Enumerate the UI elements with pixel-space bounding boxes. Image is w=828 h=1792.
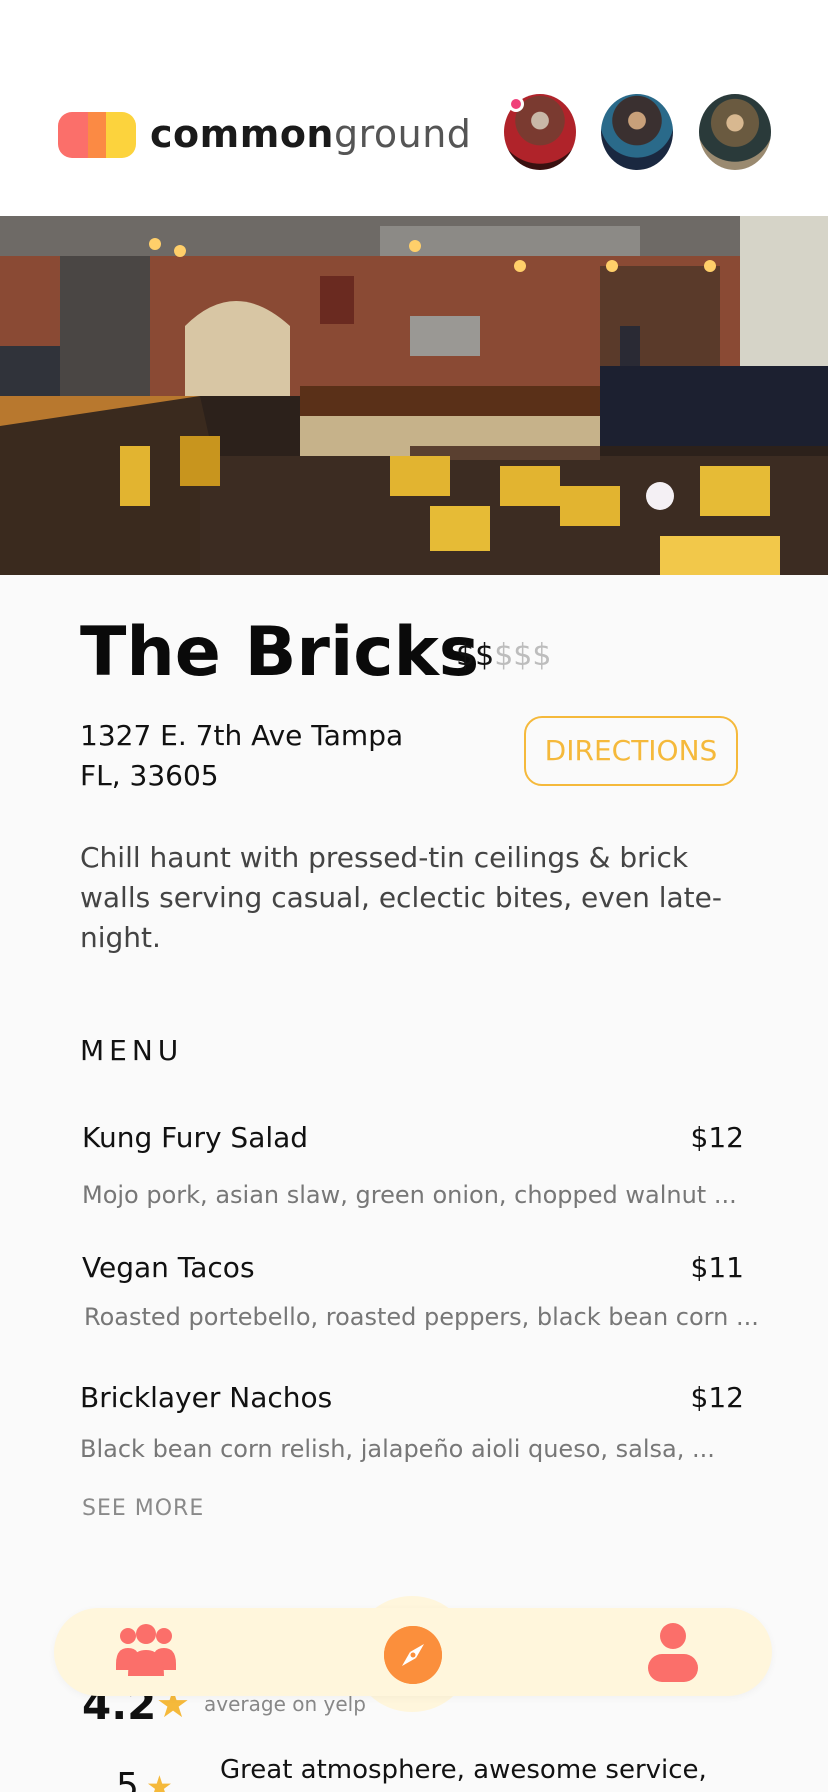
directions-button[interactable]: DIRECTIONS [524, 716, 738, 786]
compass-icon[interactable] [384, 1626, 442, 1684]
friend-avatar-3[interactable] [699, 94, 771, 170]
venue-name: The Bricks [80, 613, 480, 692]
menu-item-name[interactable]: Kung Fury Salad [82, 1118, 308, 1158]
price-level-inactive: $$$ [494, 638, 552, 673]
address-line-2: FL, 33605 [80, 759, 219, 792]
menu-item-description: Roasted portebello, roasted peppers, bla… [84, 1303, 759, 1331]
review-text: Great atmosphere, awesome service, [220, 1755, 707, 1785]
price-level: $$$$$ [456, 636, 551, 676]
friend-avatar-2[interactable] [601, 94, 673, 170]
star-icon: ★ [146, 1770, 173, 1792]
address-line-1: 1327 E. 7th Ave Tampa [80, 719, 404, 752]
brand-name-bold: common [150, 112, 334, 156]
venue-description: Chill haunt with pressed-tin ceilings & … [80, 841, 722, 954]
online-indicator [508, 96, 524, 112]
app-header: commonground [0, 0, 828, 216]
brand-name: commonground [150, 108, 471, 160]
venue-photo [0, 216, 828, 575]
menu-item-price: $12 [690, 1381, 744, 1414]
brand-name-light: ground [333, 112, 472, 156]
app-logo [58, 112, 136, 158]
venue-address: 1327 E. 7th Ave Tampa FL, 33605 [80, 716, 440, 796]
menu-item-description: Black bean corn relish, jalapeño aioli q… [80, 1435, 715, 1463]
menu-item-price: $11 [690, 1251, 744, 1284]
menu-item-price: $12 [690, 1121, 744, 1154]
group-icon[interactable] [114, 1620, 178, 1684]
menu-heading: MENU [80, 1034, 184, 1067]
review-score: 5 [116, 1766, 139, 1792]
see-more-link[interactable]: SEE MORE [82, 1496, 204, 1521]
menu-item-description: Mojo pork, asian slaw, green onion, chop… [82, 1181, 737, 1209]
menu-item-name[interactable]: Bricklayer Nachos [80, 1378, 332, 1418]
menu-item-name[interactable]: Vegan Tacos [82, 1248, 255, 1288]
profile-icon[interactable] [644, 1620, 702, 1684]
price-level-active: $$ [456, 638, 495, 673]
